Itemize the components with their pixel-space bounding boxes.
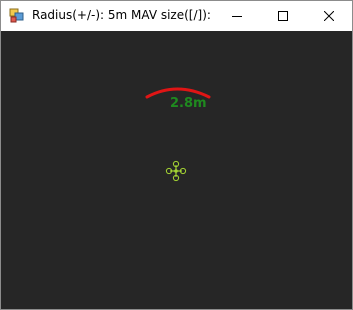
viewport-scene: 2.8m (145, 87, 211, 182)
minimize-button[interactable] (214, 1, 260, 31)
maximize-button[interactable] (260, 1, 306, 31)
close-icon (324, 11, 334, 21)
close-button[interactable] (306, 1, 352, 31)
maximize-icon (278, 11, 288, 21)
radius-label: 2.8m (170, 96, 207, 111)
title-bar[interactable]: Radius(+/-): 5m MAV size([/]): 0.... (1, 1, 352, 31)
app-window: Radius(+/-): 5m MAV size([/]): 0.... 2.8… (0, 0, 353, 310)
map-viewport[interactable]: 2.8m (1, 31, 352, 309)
quadcopter-icon[interactable] (165, 160, 187, 182)
minimize-icon (232, 16, 242, 17)
window-title: Radius(+/-): 5m MAV size([/]): 0.... (32, 8, 212, 22)
window-app-icon[interactable] (9, 8, 25, 24)
